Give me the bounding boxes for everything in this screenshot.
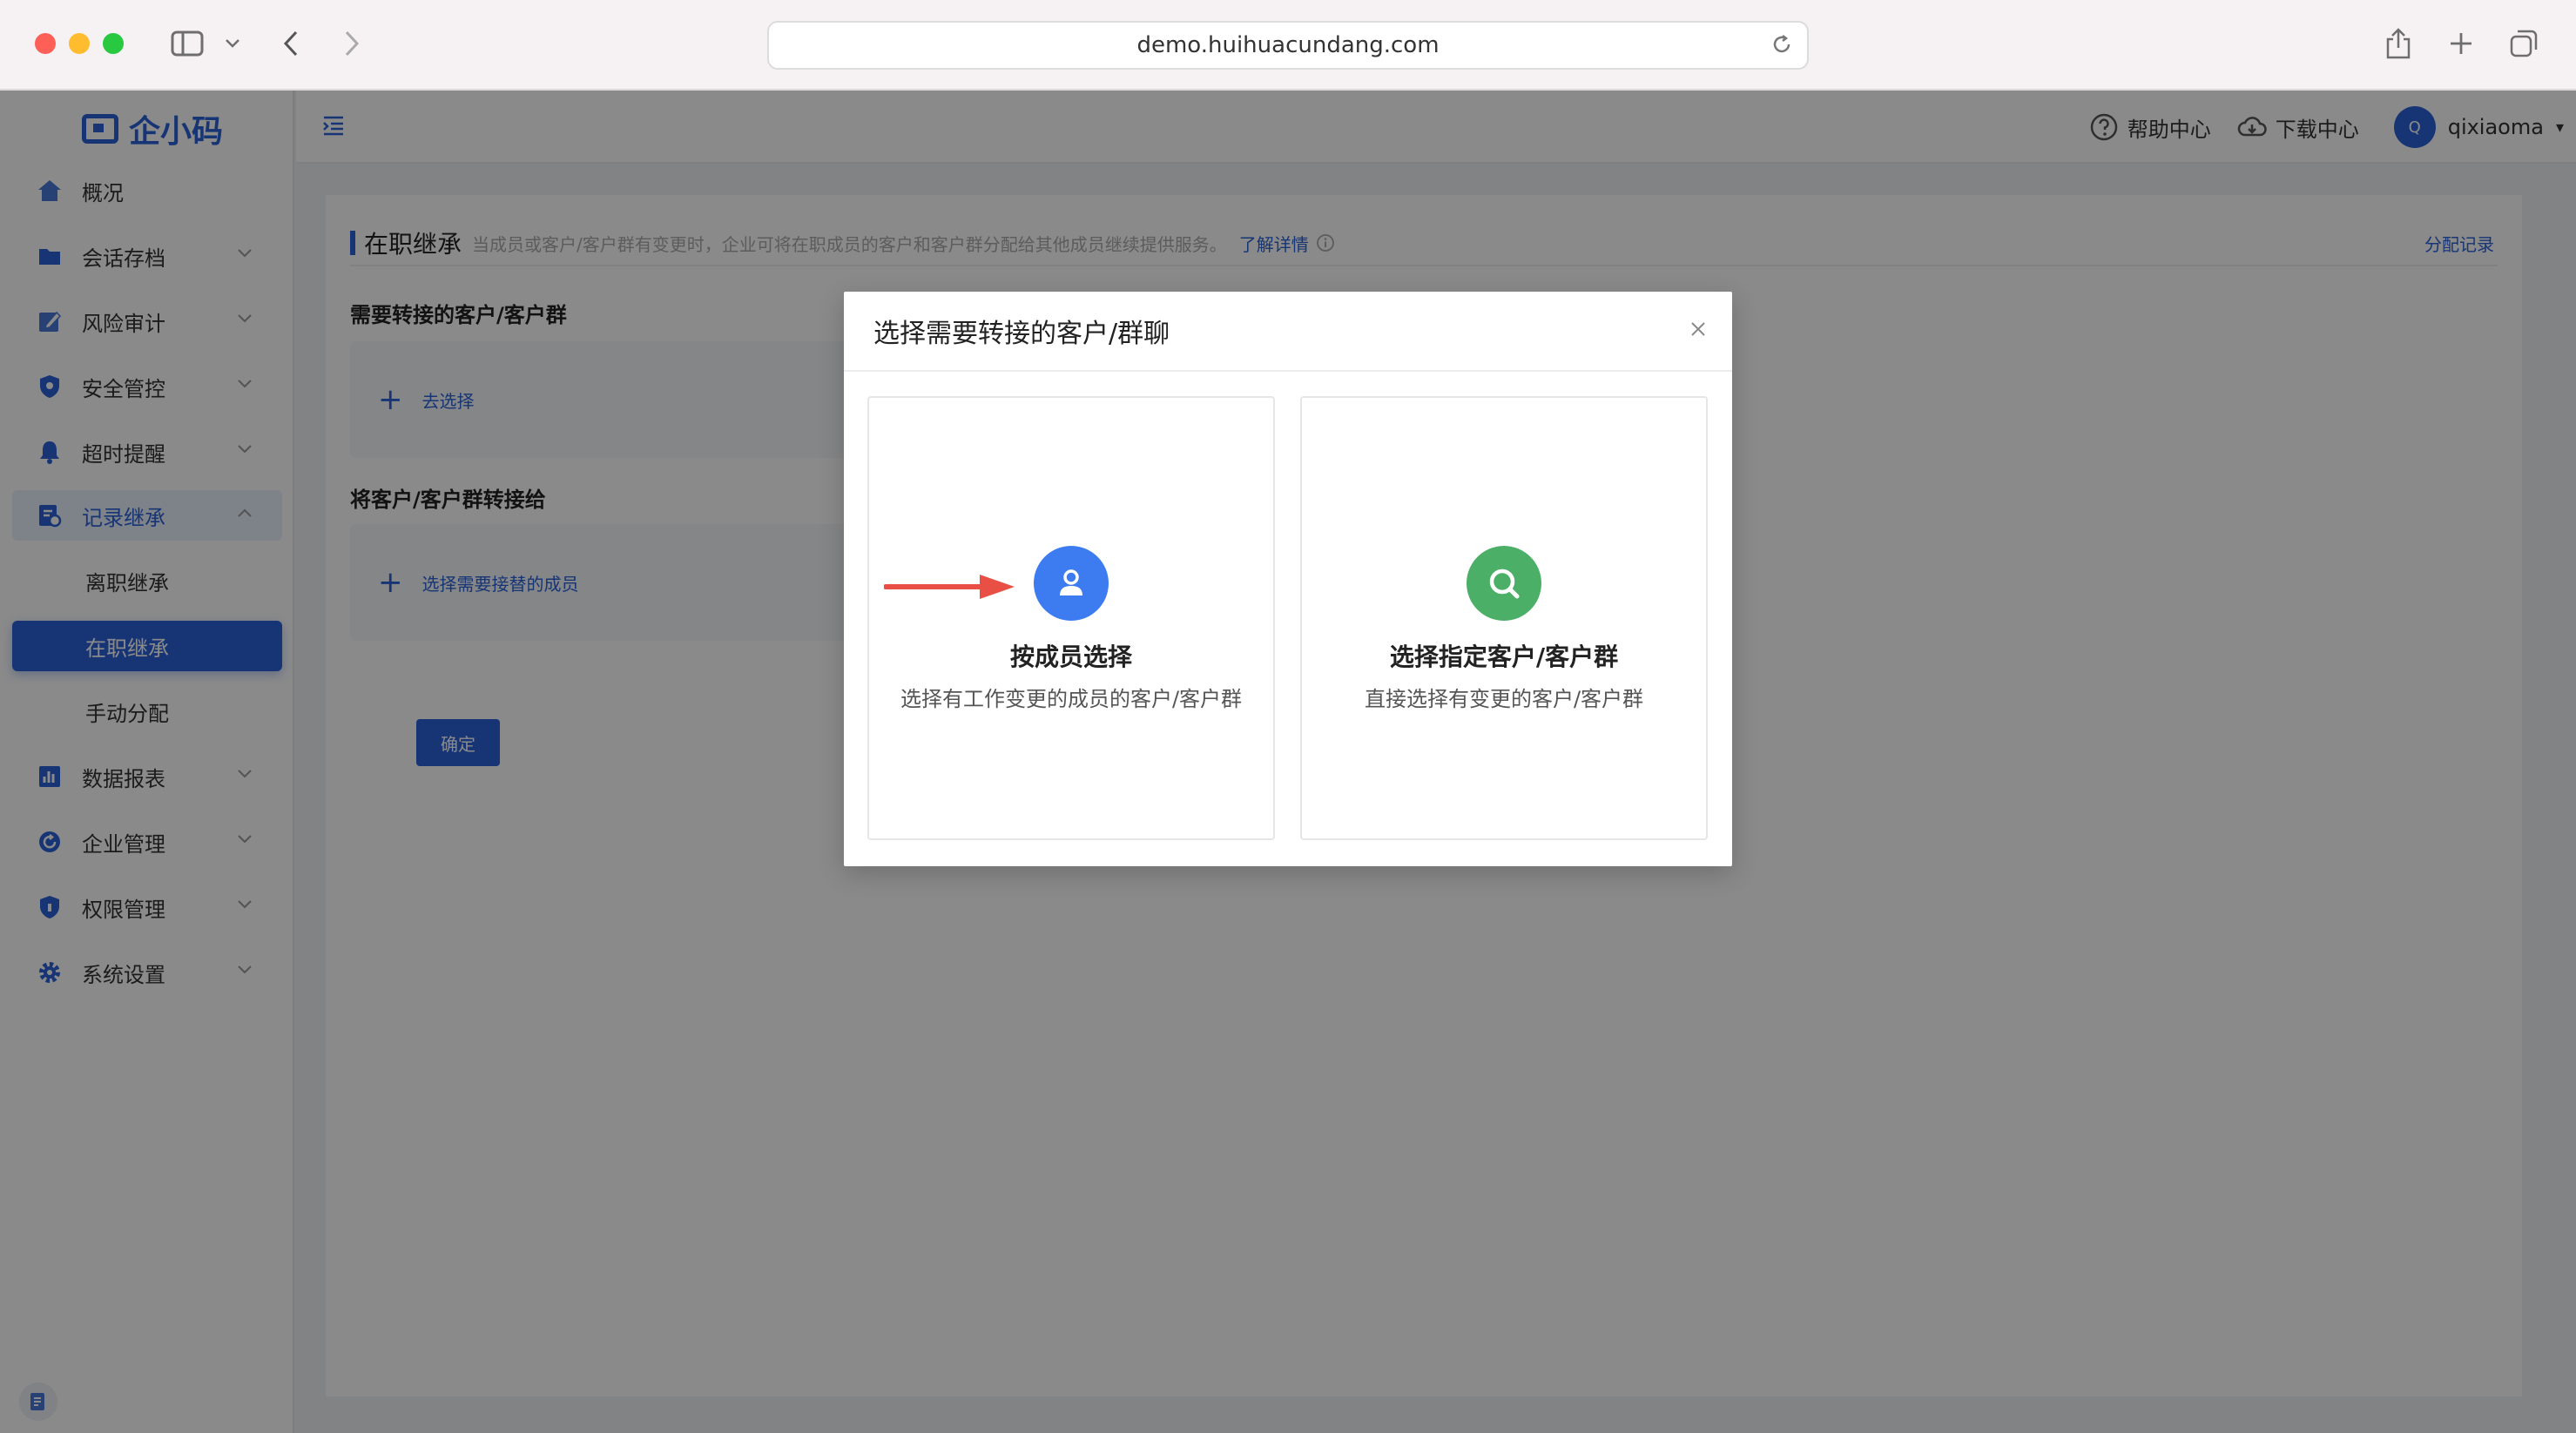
- modal-title: 选择需要转接的客户/群聊: [873, 319, 1170, 349]
- option-by-customer[interactable]: 选择指定客户/客户群 直接选择有变更的客户/客户群: [1300, 396, 1708, 840]
- search-icon: [1489, 568, 1520, 599]
- modal-close-button[interactable]: [1689, 320, 1708, 342]
- reload-button[interactable]: [1770, 33, 1793, 62]
- zoom-window-button[interactable]: [103, 33, 124, 54]
- option-title: 按成员选择: [1009, 642, 1132, 671]
- tab-overview-dropdown[interactable]: [219, 23, 246, 64]
- close-window-button[interactable]: [35, 33, 56, 54]
- address-bar[interactable]: demo.huihuacundang.com: [767, 21, 1809, 70]
- chevron-right-icon: [345, 30, 360, 57]
- sidebar-toggle-button[interactable]: [167, 23, 207, 64]
- share-icon: [2386, 28, 2411, 59]
- forward-button[interactable]: [336, 23, 368, 64]
- option-by-member[interactable]: 按成员选择 选择有工作变更的成员的客户/客户群: [867, 396, 1275, 840]
- annotation-arrow-icon: [884, 575, 1015, 599]
- option-description: 选择有工作变更的成员的客户/客户群: [900, 687, 1243, 711]
- tab-overview-button[interactable]: [2506, 23, 2541, 64]
- option-circle: [1467, 546, 1541, 621]
- url-text: demo.huihuacundang.com: [1136, 32, 1440, 58]
- option-title: 选择指定客户/客户群: [1389, 642, 1619, 671]
- sidebar-icon: [171, 30, 204, 57]
- user-icon: [1060, 569, 1082, 595]
- minimize-window-button[interactable]: [69, 33, 90, 54]
- new-tab-button[interactable]: [2444, 23, 2478, 64]
- browser-toolbar: demo.huihuacundang.com: [0, 0, 2576, 91]
- back-button[interactable]: [275, 23, 307, 64]
- option-description: 直接选择有变更的客户/客户群: [1364, 687, 1644, 711]
- chevron-left-icon: [283, 30, 298, 57]
- option-circle: [1034, 546, 1109, 621]
- share-button[interactable]: [2381, 23, 2416, 64]
- close-icon: [1691, 322, 1705, 336]
- tabs-icon: [2510, 30, 2538, 57]
- reload-icon: [1773, 35, 1790, 53]
- chevron-down-icon: [226, 39, 239, 48]
- modal-header: 选择需要转接的客户/群聊: [844, 292, 1732, 372]
- plus-icon: [2451, 33, 2471, 54]
